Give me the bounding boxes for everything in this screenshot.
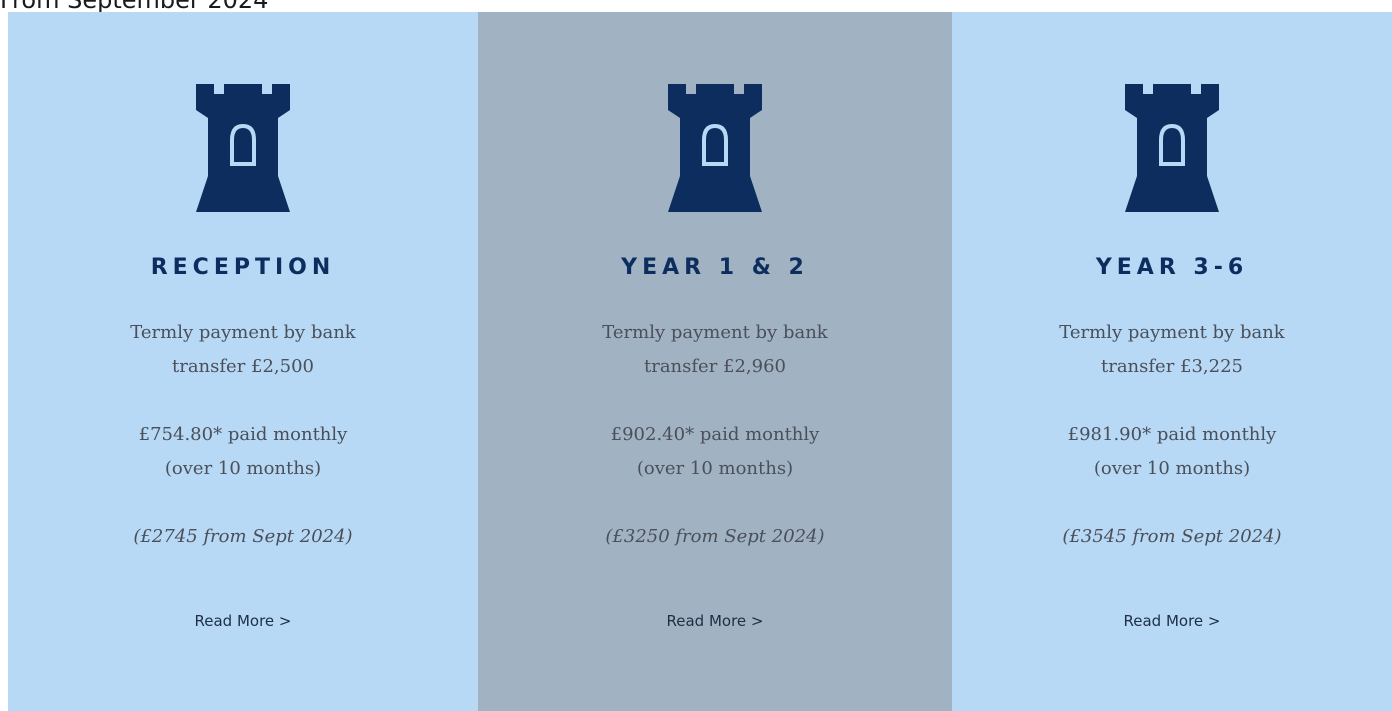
monthly-amount: £754.80* paid monthly [138,424,348,445]
monthly-payment: £754.80* paid monthly (over 10 months) [113,418,373,486]
future-fee-note: (£3250 from Sept 2024) [605,526,825,547]
future-fee-note: (£2745 from Sept 2024) [133,526,353,547]
castle-tower-icon [1125,84,1219,212]
termly-payment-text: Termly payment by bank transfer £3,225 [1059,322,1285,377]
monthly-payment: £981.90* paid monthly (over 10 months) [1042,418,1302,486]
card-year-3-6: YEAR 3-6 Termly payment by bank transfer… [952,12,1392,711]
castle-tower-icon [668,84,762,212]
termly-payment-text: Termly payment by bank transfer £2,960 [602,322,828,377]
fees-cards: RECEPTION Termly payment by bank transfe… [8,12,1392,711]
monthly-duration: (over 10 months) [636,458,794,479]
termly-payment-text: Termly payment by bank transfer £2,500 [130,322,356,377]
monthly-payment: £902.40* paid monthly (over 10 months) [585,418,845,486]
header-text: From September 2024 [0,0,269,14]
card-title: YEAR 1 & 2 [621,255,809,280]
monthly-duration: (over 10 months) [1093,458,1251,479]
monthly-amount: £902.40* paid monthly [610,424,820,445]
card-title: RECEPTION [150,255,336,280]
monthly-duration: (over 10 months) [164,458,322,479]
future-fee-note: (£3545 from Sept 2024) [1062,526,1282,547]
castle-tower-icon [196,84,290,212]
read-more-link[interactable]: Read More > [667,612,764,630]
read-more-link[interactable]: Read More > [195,612,292,630]
card-reception: RECEPTION Termly payment by bank transfe… [8,12,478,711]
card-title: YEAR 3-6 [1095,255,1249,280]
monthly-amount: £981.90* paid monthly [1067,424,1277,445]
card-year-1-2: YEAR 1 & 2 Termly payment by bank transf… [478,12,952,711]
read-more-link[interactable]: Read More > [1124,612,1221,630]
